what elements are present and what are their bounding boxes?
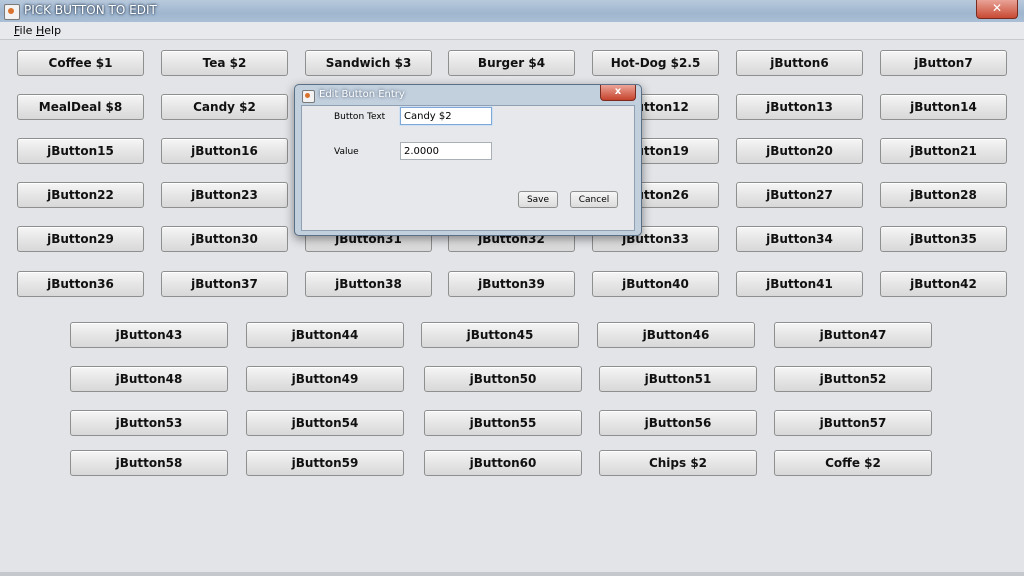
taskbar-strip <box>0 572 1024 576</box>
grid-button[interactable]: Tea $2 <box>161 50 288 76</box>
grid-button[interactable]: jButton56 <box>599 410 757 436</box>
grid-button[interactable]: jButton57 <box>774 410 932 436</box>
grid-button[interactable]: jButton50 <box>424 366 582 392</box>
grid-button[interactable]: jButton46 <box>597 322 755 348</box>
grid-button[interactable]: jButton23 <box>161 182 288 208</box>
grid-button[interactable]: Sandwich $3 <box>305 50 432 76</box>
window-close-button[interactable]: ✕ <box>976 0 1018 19</box>
grid-button[interactable]: jButton13 <box>736 94 863 120</box>
grid-button[interactable]: Hot-Dog $2.5 <box>592 50 719 76</box>
grid-button[interactable]: Coffe $2 <box>774 450 932 476</box>
dialog-title: Edit Button Entry <box>319 89 405 100</box>
grid-button[interactable]: jButton20 <box>736 138 863 164</box>
grid-button[interactable]: jButton37 <box>161 271 288 297</box>
grid-button[interactable]: jButton48 <box>70 366 228 392</box>
grid-button[interactable]: jButton58 <box>70 450 228 476</box>
grid-button[interactable]: jButton49 <box>246 366 404 392</box>
grid-button[interactable]: jButton16 <box>161 138 288 164</box>
grid-button[interactable]: jButton55 <box>424 410 582 436</box>
value-field[interactable] <box>400 142 492 160</box>
grid-button[interactable]: Coffee $1 <box>17 50 144 76</box>
dialog-close-button[interactable]: x <box>600 85 636 101</box>
grid-button[interactable]: jButton27 <box>736 182 863 208</box>
grid-button[interactable]: MealDeal $8 <box>17 94 144 120</box>
value-label: Value <box>334 147 359 157</box>
button-text-label: Button Text <box>334 112 386 122</box>
grid-button[interactable]: jButton29 <box>17 226 144 252</box>
button-text-field[interactable] <box>400 107 492 125</box>
grid-button[interactable]: jButton54 <box>246 410 404 436</box>
edit-button-dialog: Edit Button Entry x Button Text Value Sa… <box>294 84 642 236</box>
grid-button[interactable]: jButton59 <box>246 450 404 476</box>
grid-button[interactable]: jButton21 <box>880 138 1007 164</box>
grid-button[interactable]: jButton22 <box>17 182 144 208</box>
grid-button[interactable]: jButton39 <box>448 271 575 297</box>
dialog-body: Button Text Value Save Cancel <box>301 105 635 231</box>
title-bar: PICK BUTTON TO EDIT ✕ <box>0 0 1024 23</box>
grid-button[interactable]: jButton52 <box>774 366 932 392</box>
cancel-button[interactable]: Cancel <box>570 191 618 208</box>
grid-button[interactable]: jButton41 <box>736 271 863 297</box>
grid-button[interactable]: jButton35 <box>880 226 1007 252</box>
java-app-icon <box>302 90 315 103</box>
grid-button[interactable]: jButton53 <box>70 410 228 436</box>
grid-button[interactable]: jButton44 <box>246 322 404 348</box>
grid-button[interactable]: Chips $2 <box>599 450 757 476</box>
grid-button[interactable]: jButton47 <box>774 322 932 348</box>
grid-button[interactable]: jButton45 <box>421 322 579 348</box>
grid-button[interactable]: jButton43 <box>70 322 228 348</box>
grid-button[interactable]: Burger $4 <box>448 50 575 76</box>
grid-button[interactable]: jButton36 <box>17 271 144 297</box>
menu-file[interactable]: File <box>14 24 32 37</box>
grid-button[interactable]: jButton30 <box>161 226 288 252</box>
save-button[interactable]: Save <box>518 191 558 208</box>
grid-button[interactable]: jButton38 <box>305 271 432 297</box>
grid-button[interactable]: jButton15 <box>17 138 144 164</box>
menu-help[interactable]: Help <box>36 24 61 37</box>
grid-button[interactable]: jButton28 <box>880 182 1007 208</box>
grid-button[interactable]: jButton60 <box>424 450 582 476</box>
dialog-title-bar: Edit Button Entry x <box>295 85 641 103</box>
java-app-icon <box>4 4 20 20</box>
grid-button[interactable]: jButton7 <box>880 50 1007 76</box>
menu-bar: File Help <box>0 22 1024 40</box>
grid-button[interactable]: jButton6 <box>736 50 863 76</box>
grid-button[interactable]: jButton42 <box>880 271 1007 297</box>
window-title: PICK BUTTON TO EDIT <box>24 3 157 17</box>
grid-button[interactable]: jButton40 <box>592 271 719 297</box>
grid-button[interactable]: Candy $2 <box>161 94 288 120</box>
grid-button[interactable]: jButton14 <box>880 94 1007 120</box>
grid-button[interactable]: jButton51 <box>599 366 757 392</box>
grid-button[interactable]: jButton34 <box>736 226 863 252</box>
